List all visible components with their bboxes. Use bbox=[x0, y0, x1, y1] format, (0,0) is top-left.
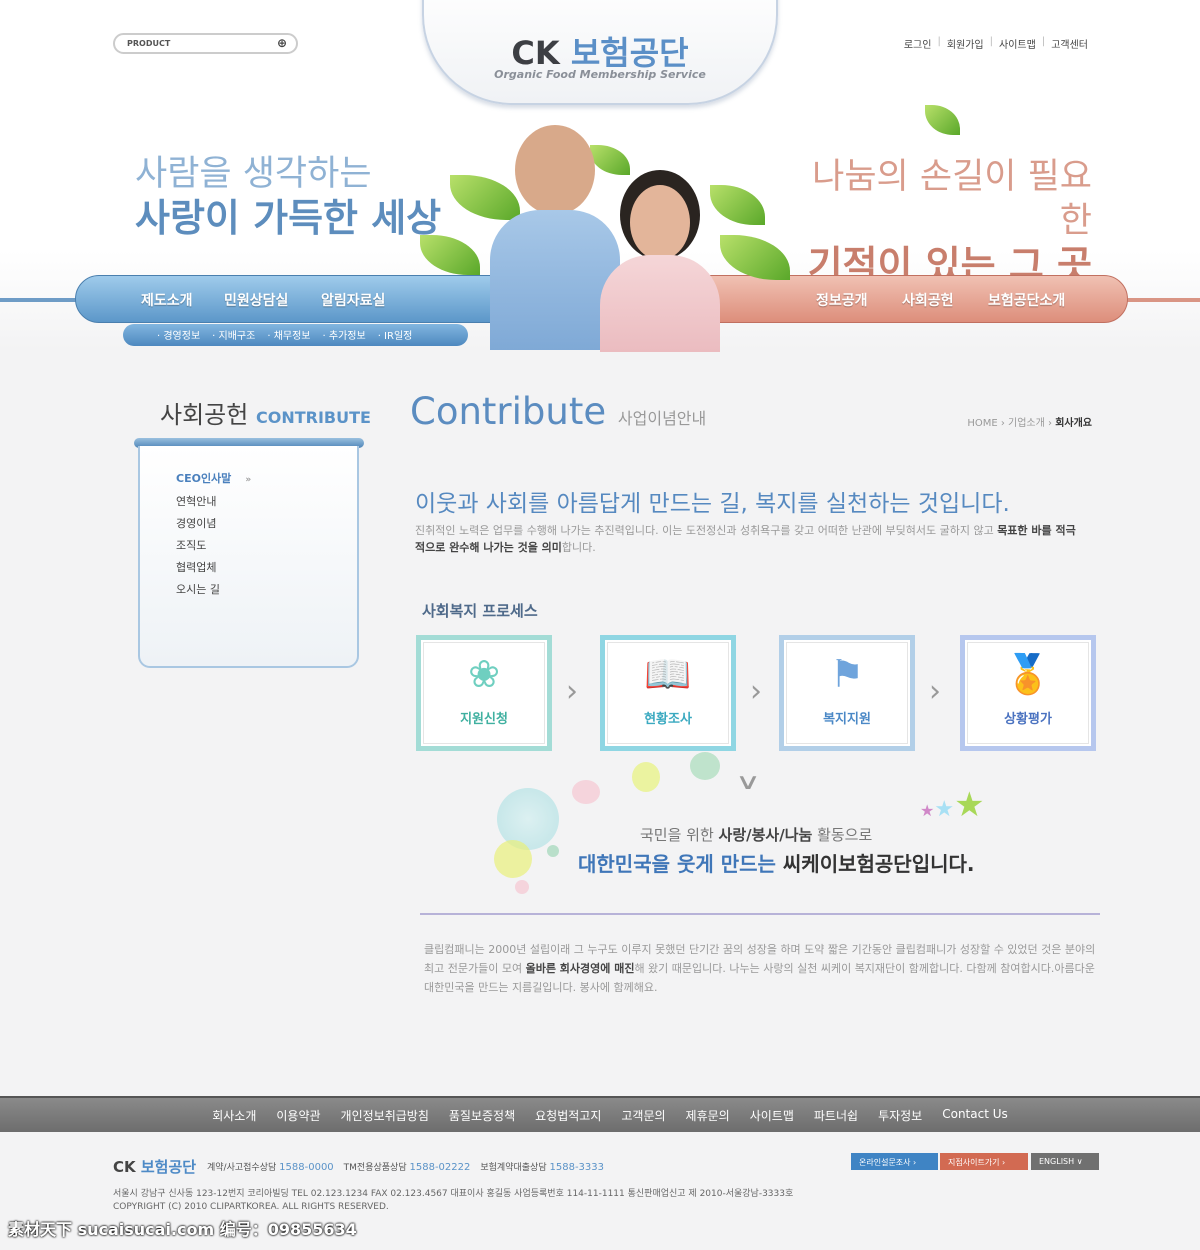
subnav-item[interactable]: · 추가정보 bbox=[323, 327, 366, 346]
subnav-item[interactable]: · IR일정 bbox=[378, 327, 413, 346]
breadcrumb-current: 회사개요 bbox=[1055, 418, 1092, 429]
footer-link[interactable]: 고객문의 bbox=[621, 1107, 665, 1132]
breadcrumb-item[interactable]: 기업소개 bbox=[1008, 418, 1045, 429]
sub-nav: · 경영정보 · 지배구조 · 채무정보 · 추가정보 · IR일정 bbox=[123, 324, 468, 346]
nav-item[interactable]: 알림자료실 bbox=[321, 290, 385, 310]
search-input[interactable]: PRODUCT ⊕ bbox=[113, 33, 298, 54]
sidebar-title: 사회공헌 CONTRIBUTE bbox=[160, 401, 371, 429]
footer-link[interactable]: 제휴문의 bbox=[686, 1107, 730, 1132]
intro-text: 진취적인 노력은 업무를 수행해 나가는 추진력입니다. 이는 도전정신과 성취… bbox=[415, 524, 1076, 554]
footer-link[interactable]: 개인정보취급방침 bbox=[341, 1107, 429, 1132]
slogan-line2: 대한민국을 웃게 만드는 씨케이보험공단입니다. bbox=[578, 852, 975, 876]
flag-icon: ⚑ bbox=[829, 652, 865, 696]
footer-link[interactable]: 사이트맵 bbox=[750, 1107, 794, 1132]
logo-ck: CK bbox=[511, 34, 560, 72]
footer-link[interactable]: Contact Us bbox=[942, 1107, 1008, 1132]
slogan-line1: 국민을 위한 사랑/봉사/나눔 활동으로 bbox=[640, 826, 873, 844]
utility-links: 로그인 | 회원가입 | 사이트맵 | 고객센터 bbox=[903, 36, 1088, 51]
footer-link[interactable]: 품질보증정책 bbox=[449, 1107, 515, 1132]
nav-item[interactable]: 제도소개 bbox=[141, 290, 193, 310]
footer-address: 서울시 강남구 신사동 123-12번지 코리아빌딩 TEL 02.123.12… bbox=[113, 1189, 794, 1212]
chevron-right-icon: › bbox=[566, 674, 578, 709]
subnav-item[interactable]: · 경영정보 bbox=[157, 327, 200, 346]
sidebar-item-philosophy[interactable]: 경영이념 bbox=[176, 513, 251, 535]
footer-link[interactable]: 요청법적고지 bbox=[535, 1107, 601, 1132]
step-survey[interactable]: 📖 현황조사 bbox=[600, 635, 736, 751]
chevron-right-icon: › bbox=[750, 674, 762, 709]
nav-item[interactable]: 정보공개 bbox=[816, 290, 868, 310]
sidebar-item-ceo[interactable]: CEO인사말» bbox=[176, 468, 251, 491]
hero-left-text: 사람을 생각하는 사랑이 가득한 세상 bbox=[135, 154, 442, 240]
nav-line-right bbox=[1125, 298, 1200, 302]
page-title: Contribute 사업이념안내 bbox=[410, 390, 707, 433]
step-evaluate[interactable]: 🏅 상황평가 bbox=[960, 635, 1096, 751]
headline: 이웃과 사회를 아름답게 만드는 길, 복지를 실천하는 것입니다. bbox=[415, 491, 1010, 517]
footer-phones: 계약/사고접수상담 1588-0000 TM전용상품상담 1588-02222 … bbox=[207, 1162, 605, 1173]
subnav-item[interactable]: · 지배구조 bbox=[212, 327, 255, 346]
support-link[interactable]: 고객센터 bbox=[1051, 36, 1088, 51]
sitemap-link[interactable]: 사이트맵 bbox=[999, 36, 1036, 51]
footer-link[interactable]: 투자정보 bbox=[878, 1107, 922, 1132]
logo-subtitle: Organic Food Membership Service bbox=[494, 68, 706, 81]
nav-item[interactable]: 보험공단소개 bbox=[988, 290, 1065, 310]
process-title: 사회복지 프로세스 bbox=[422, 602, 538, 620]
watermark: 素材天下 sucaisucai.com 编号：09855634 bbox=[8, 1220, 357, 1239]
search-icon[interactable]: ⊕ bbox=[277, 36, 287, 50]
step-apply[interactable]: ❀ 지원신청 bbox=[416, 635, 552, 751]
login-link[interactable]: 로그인 bbox=[904, 36, 932, 51]
logo-name: 보험공단 bbox=[570, 34, 689, 72]
sidebar-item-history[interactable]: 연혁안내 bbox=[176, 491, 251, 513]
footer-nav: 회사소개 이용약관 개인정보취급방침 품질보증정책 요청법적고지 고객문의 제휴… bbox=[0, 1096, 1200, 1132]
breadcrumb-home[interactable]: HOME bbox=[967, 418, 997, 429]
logo[interactable]: CK 보험공단 Organic Food Membership Service bbox=[422, 0, 778, 105]
chevron-right-icon: › bbox=[929, 674, 941, 709]
sidebar-menu: CEO인사말» 연혁안내 경영이념 조직도 협력업체 오시는 길 bbox=[176, 468, 251, 601]
survey-button[interactable]: 온라인설문조사 › bbox=[851, 1153, 938, 1170]
main-nav-right: 정보공개 사회공헌 보험공단소개 bbox=[700, 275, 1128, 323]
breadcrumb: HOME › 기업소개 › 회사개요 bbox=[967, 418, 1092, 429]
signup-link[interactable]: 회원가입 bbox=[947, 36, 984, 51]
subnav-item[interactable]: · 채무정보 bbox=[267, 327, 310, 346]
step-support[interactable]: ⚑ 복지지원 bbox=[779, 635, 915, 751]
footer-logo: CK 보험공단 bbox=[113, 1158, 197, 1176]
medal-icon: 🏅 bbox=[1004, 652, 1052, 696]
sidebar-item-directions[interactable]: 오시는 길 bbox=[176, 579, 251, 601]
branch-site-button[interactable]: 지점사이트가기 › bbox=[940, 1153, 1028, 1170]
divider bbox=[420, 913, 1100, 915]
body-text: 클립컴패니는 2000년 설립이래 그 누구도 이루지 못했던 단기간 꿈의 성… bbox=[424, 943, 1096, 994]
sidebar-item-org[interactable]: 조직도 bbox=[176, 535, 251, 557]
footer-link[interactable]: 파트너쉽 bbox=[814, 1107, 858, 1132]
tulip-icon: ❀ bbox=[468, 652, 500, 696]
search-placeholder: PRODUCT bbox=[127, 39, 171, 48]
nav-line-left bbox=[0, 298, 80, 302]
star-icon: ★★★ bbox=[920, 785, 985, 825]
nav-item[interactable]: 사회공헌 bbox=[902, 290, 954, 310]
footer-link[interactable]: 회사소개 bbox=[212, 1107, 256, 1132]
sidebar-item-partners[interactable]: 협력업체 bbox=[176, 557, 251, 579]
main-nav-left: 제도소개 민원상담실 알림자료실 bbox=[75, 275, 505, 323]
nav-item[interactable]: 민원상담실 bbox=[224, 290, 288, 310]
language-select[interactable]: ENGLISH ∨ bbox=[1031, 1153, 1099, 1170]
chevron-down-icon: ∨ bbox=[735, 770, 761, 795]
book-icon: 📖 bbox=[644, 652, 692, 696]
hero-right-text: 나눔의 손길이 필요한 기적이 있는 그 곳 bbox=[807, 157, 1092, 287]
footer-link[interactable]: 이용약관 bbox=[276, 1107, 320, 1132]
chevron-double-icon: » bbox=[245, 475, 252, 485]
hero-couple-image bbox=[420, 105, 960, 352]
